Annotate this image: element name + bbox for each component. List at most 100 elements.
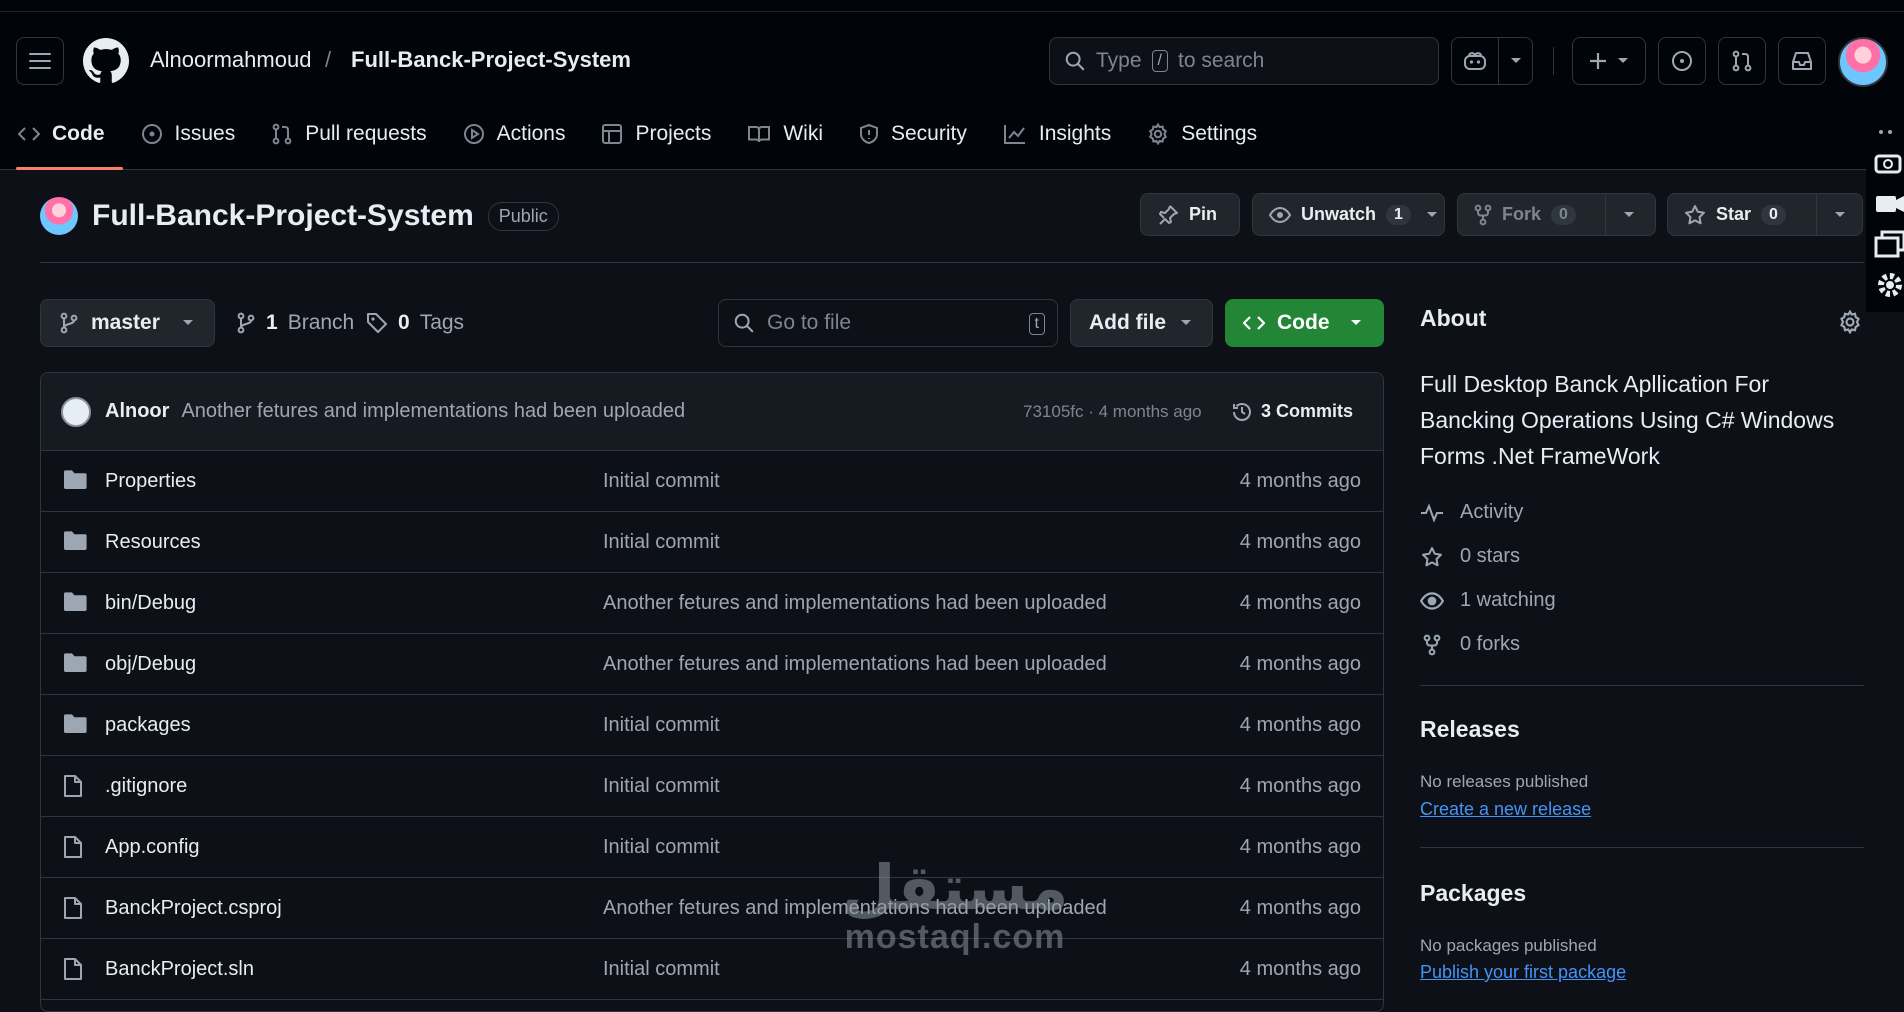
tab-code-label: Code	[52, 122, 105, 145]
tab-insights[interactable]: Insights	[985, 112, 1129, 156]
file-row[interactable]: .gitignore Initial commit 4 months ago	[41, 756, 1383, 817]
file-row[interactable]: bin/Debug Another fetures and implementat…	[41, 573, 1383, 634]
packages-title[interactable]: Packages	[1420, 880, 1526, 907]
file-commit-message[interactable]: Initial commit	[603, 470, 720, 493]
file-name[interactable]: .gitignore	[105, 775, 187, 798]
file-commit-age: 4 months ago	[1239, 957, 1361, 980]
tags-link[interactable]: 0 Tags	[366, 311, 464, 335]
commit-author[interactable]: Alnoor	[105, 400, 169, 423]
file-name[interactable]: BanckProject.csproj	[105, 897, 282, 920]
fork-dropdown[interactable]	[1605, 194, 1651, 235]
forks-link[interactable]: 0 forks	[1420, 633, 1520, 656]
create-new-button[interactable]	[1572, 37, 1646, 85]
user-avatar[interactable]	[1838, 37, 1888, 87]
tab-code[interactable]: Code	[0, 112, 123, 170]
file-name[interactable]: Resources	[105, 531, 201, 554]
file-name[interactable]: packages	[105, 714, 191, 737]
tab-wiki-label: Wiki	[783, 122, 823, 145]
activity-link[interactable]: Activity	[1420, 501, 1523, 524]
global-search-input[interactable]: Type / to search	[1049, 37, 1439, 85]
folder-icon	[64, 653, 87, 672]
breadcrumb-repo[interactable]: Full-Banck-Project-System	[351, 47, 631, 73]
fork-button[interactable]: Fork 0	[1457, 193, 1656, 236]
commit-hash-age[interactable]: 73105fc · 4 months ago	[1023, 402, 1202, 422]
star-dropdown[interactable]	[1816, 194, 1862, 235]
repo-title[interactable]: Full-Banck-Project-System	[92, 199, 474, 233]
breadcrumb-owner[interactable]: Alnoormahmoud	[150, 47, 311, 73]
repo-owner-avatar[interactable]	[40, 197, 78, 235]
copilot-dropdown[interactable]	[1498, 37, 1533, 85]
visibility-badge: Public	[487, 201, 559, 231]
github-logo-icon[interactable]	[83, 38, 129, 84]
copilot-button[interactable]	[1451, 37, 1499, 85]
unwatch-dropdown[interactable]	[1421, 194, 1444, 235]
file-commit-message[interactable]: Initial commit	[603, 836, 720, 859]
file-browser: Alnoor Another fetures and implementatio…	[40, 372, 1384, 1012]
branches-link[interactable]: 1 Branch	[236, 311, 354, 335]
header-divider-line	[40, 262, 1864, 263]
releases-title[interactable]: Releases	[1420, 716, 1520, 743]
file-commit-age: 4 months ago	[1239, 896, 1361, 919]
file-commit-message[interactable]: Another fetures and implementations had …	[603, 653, 1107, 676]
file-row[interactable]: obj/Debug Another fetures and implementat…	[41, 634, 1383, 695]
sidebar-divider	[1420, 847, 1864, 848]
tab-wiki[interactable]: Wiki	[729, 112, 841, 156]
packages-empty-text: No packages published	[1420, 936, 1597, 955]
file-commit-message[interactable]: Initial commit	[603, 775, 720, 798]
gear-icon[interactable]	[1838, 310, 1862, 334]
commits-link[interactable]: 3 Commits	[1231, 401, 1353, 423]
tab-pull-requests[interactable]: Pull requests	[253, 112, 444, 156]
file-row[interactable]: App.config Initial commit 4 months ago	[41, 817, 1383, 878]
file-name[interactable]: App.config	[105, 836, 200, 859]
file-row[interactable]: packages Initial commit 4 months ago	[41, 695, 1383, 756]
branch-selector[interactable]: master	[40, 299, 215, 347]
screen-capture-tools-icon[interactable]	[1866, 122, 1904, 312]
file-icon-wrap	[63, 835, 83, 859]
create-release-link[interactable]: Create a new release	[1420, 799, 1591, 820]
eye-icon	[1269, 206, 1291, 223]
file-row[interactable]: Properties Initial commit 4 months ago	[41, 451, 1383, 512]
caret-down-icon	[1427, 211, 1438, 217]
search-placeholder-end: to search	[1177, 49, 1265, 72]
file-name[interactable]: obj/Debug	[105, 653, 196, 676]
pin-label: Pin	[1189, 204, 1218, 224]
unwatch-button[interactable]: Unwatch 1	[1252, 193, 1445, 236]
tab-issues[interactable]: Issues	[123, 112, 254, 156]
tab-projects[interactable]: Projects	[583, 112, 729, 156]
tab-settings[interactable]: Settings	[1129, 112, 1275, 156]
file-name[interactable]: Properties	[105, 470, 196, 493]
file-commit-message[interactable]: Initial commit	[603, 714, 720, 737]
file-commit-message[interactable]: Initial commit	[603, 531, 720, 554]
file-commit-message[interactable]: Another fetures and implementations had …	[603, 592, 1107, 615]
tag-word: Tags	[419, 311, 465, 334]
pull-requests-button[interactable]	[1718, 37, 1766, 85]
issue-icon	[1672, 51, 1692, 71]
commit-author-avatar[interactable]	[61, 396, 91, 427]
watching-link[interactable]: 1 watching	[1420, 589, 1556, 612]
tab-pull-requests-label: Pull requests	[305, 122, 427, 145]
watch-count: 1	[1386, 204, 1411, 225]
file-row[interactable]: BanckProject.csproj Another fetures and i…	[41, 878, 1383, 939]
stars-link[interactable]: 0 stars	[1420, 545, 1520, 568]
issues-button[interactable]	[1658, 37, 1706, 85]
publish-package-link[interactable]: Publish your first package	[1420, 962, 1626, 983]
file-name[interactable]: bin/Debug	[105, 592, 196, 615]
file-commit-age: 4 months ago	[1239, 652, 1361, 675]
tab-actions[interactable]: Actions	[445, 112, 584, 156]
file-row[interactable]: BanckProject.sln Initial commit 4 months a…	[41, 939, 1383, 1000]
code-button[interactable]: Code	[1225, 299, 1384, 347]
file-row[interactable]: Resources Initial commit 4 months ago	[41, 512, 1383, 573]
commit-message[interactable]: Another fetures and implementations had …	[181, 400, 685, 423]
repo-header: Full-Banck-Project-System Public	[40, 197, 559, 235]
pin-button[interactable]: Pin	[1140, 193, 1240, 236]
add-file-button[interactable]: Add file	[1070, 299, 1213, 347]
file-commit-message[interactable]: Initial commit	[603, 958, 720, 981]
file-name[interactable]: BanckProject.sln	[105, 958, 254, 981]
file-commit-age: 4 months ago	[1239, 469, 1361, 492]
inbox-button[interactable]	[1778, 37, 1826, 85]
go-to-file-input[interactable]: Go to file t	[718, 299, 1058, 347]
tab-security[interactable]: Security	[841, 112, 985, 156]
watermark: مستقل mostaql.com	[835, 857, 1075, 957]
star-button[interactable]: Star 0	[1667, 193, 1863, 236]
menu-button[interactable]	[16, 37, 64, 85]
